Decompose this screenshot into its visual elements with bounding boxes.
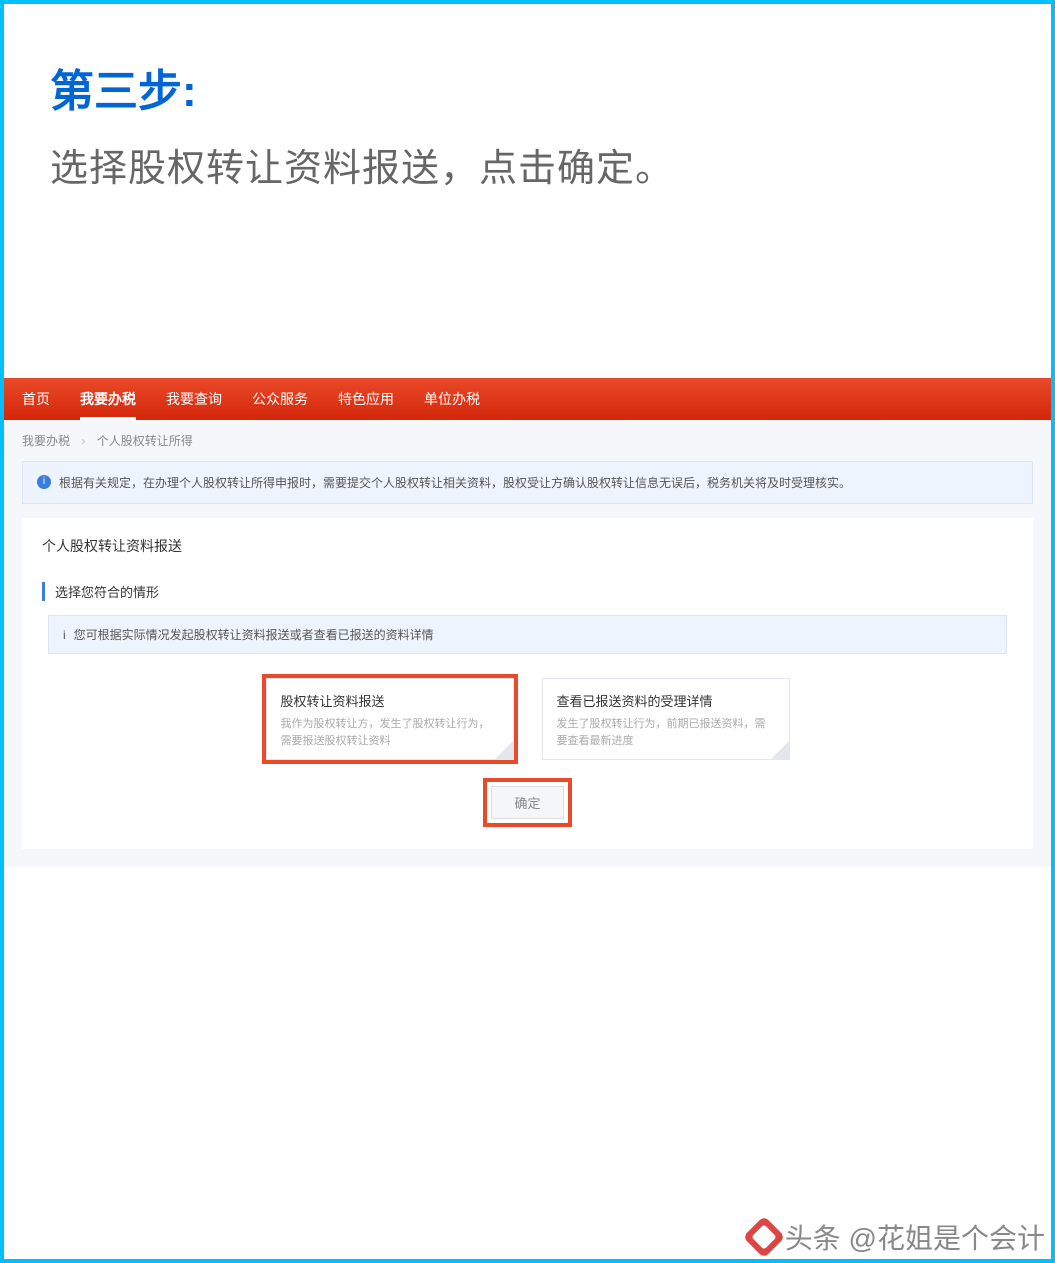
nav-unit-tax[interactable]: 单位办税	[424, 378, 480, 420]
content-area: i 根据有关规定，在办理个人股权转让所得申报时，需要提交个人股权转让相关资料，股…	[4, 461, 1051, 867]
option-cards-row: 股权转让资料报送 我作为股权转让方，发生了股权转让行为，需要报送股权转让资料 查…	[42, 678, 1013, 760]
breadcrumb-separator-icon: ›	[81, 434, 85, 448]
nav-query[interactable]: 我要查询	[166, 378, 222, 420]
toutiao-logo-icon	[743, 1216, 785, 1258]
nav-special-app[interactable]: 特色应用	[338, 378, 394, 420]
card-description: 发生了股权转让行为，前期已报送资料，需要查看最新进度	[557, 716, 775, 749]
step-description: 选择股权转让资料报送，点击确定。	[50, 137, 1005, 192]
watermark: 头条 @花姐是个会计	[749, 1217, 1045, 1257]
app-screenshot: 首页 我要办税 我要查询 公众服务 特色应用 单位办税 我要办税 › 个人股权转…	[4, 378, 1051, 867]
nav-public-service[interactable]: 公众服务	[252, 378, 308, 420]
card-submit-materials[interactable]: 股权转让资料报送 我作为股权转让方，发生了股权转让行为，需要报送股权转让资料	[266, 678, 514, 760]
watermark-text: 头条 @花姐是个会计	[785, 1217, 1045, 1257]
card-description: 我作为股权转让方，发生了股权转让行为，需要报送股权转让资料	[281, 716, 499, 749]
nav-tax-service[interactable]: 我要办税	[80, 378, 136, 420]
step-header: 第三步: 选择股权转让资料报送，点击确定。	[0, 0, 1055, 192]
panel-title: 个人股权转让资料报送	[42, 536, 1013, 556]
confirm-button[interactable]: 确定	[491, 786, 563, 819]
inner-info-alert: i 您可根据实际情况发起股权转让资料报送或者查看已报送的资料详情	[48, 615, 1007, 654]
breadcrumb: 我要办税 › 个人股权转让所得	[4, 420, 1051, 461]
main-navbar: 首页 我要办税 我要查询 公众服务 特色应用 单位办税	[4, 378, 1051, 420]
section-label: 选择您符合的情形	[42, 582, 1013, 601]
top-alert-text: 根据有关规定，在办理个人股权转让所得申报时，需要提交个人股权转让相关资料，股权受…	[59, 474, 851, 491]
confirm-row: 确定	[42, 782, 1013, 823]
breadcrumb-root[interactable]: 我要办税	[22, 434, 70, 448]
nav-home[interactable]: 首页	[22, 378, 50, 420]
confirm-highlight-box: 确定	[487, 782, 567, 823]
card-corner-icon	[495, 741, 513, 759]
step-title: 第三步:	[50, 55, 1005, 119]
breadcrumb-current: 个人股权转让所得	[97, 434, 193, 448]
card-title: 股权转让资料报送	[281, 691, 499, 710]
top-info-alert: i 根据有关规定，在办理个人股权转让所得申报时，需要提交个人股权转让相关资料，股…	[22, 461, 1033, 504]
info-icon: i	[63, 628, 66, 642]
inner-alert-text: 您可根据实际情况发起股权转让资料报送或者查看已报送的资料详情	[74, 626, 434, 643]
main-panel: 个人股权转让资料报送 选择您符合的情形 i 您可根据实际情况发起股权转让资料报送…	[22, 518, 1033, 849]
card-view-status[interactable]: 查看已报送资料的受理详情 发生了股权转让行为，前期已报送资料，需要查看最新进度	[542, 678, 790, 760]
card-corner-icon	[771, 741, 789, 759]
info-icon: i	[37, 475, 51, 489]
card-title: 查看已报送资料的受理详情	[557, 691, 775, 710]
